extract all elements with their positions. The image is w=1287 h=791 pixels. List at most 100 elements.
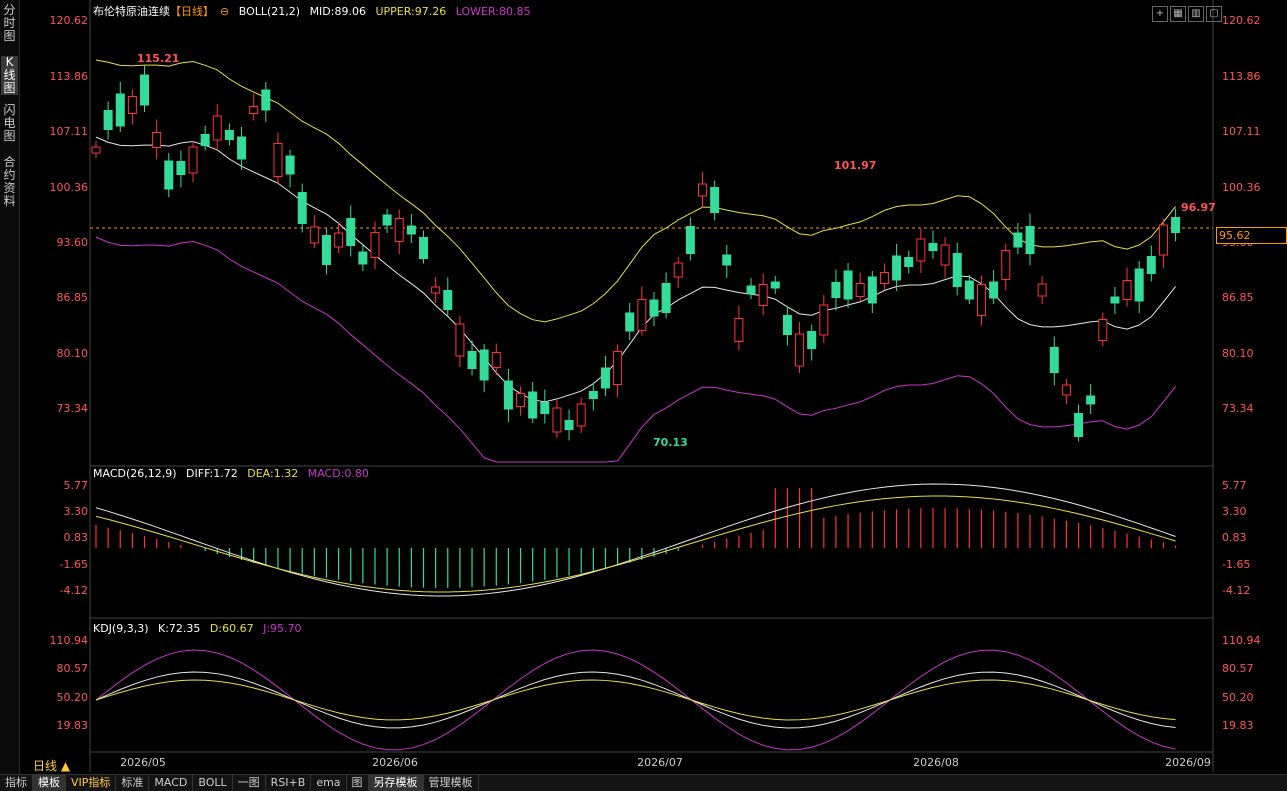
candle-body	[321, 235, 331, 265]
macd-diff: DIFF:1.72	[186, 467, 238, 480]
price-axis-label: 120.62	[1222, 14, 1261, 27]
price-axis-label: 80.10	[57, 347, 89, 360]
candle-body	[346, 218, 356, 246]
candle-body	[1098, 319, 1108, 341]
candle-body	[249, 106, 259, 114]
candle-body	[904, 257, 914, 267]
price-axis-label: 100.36	[1222, 181, 1261, 194]
kdj-k: K:72.35	[158, 622, 201, 635]
chart-tools: + ▦ ▥ ▢	[1152, 1, 1224, 22]
boll-lower-line	[95, 236, 1176, 463]
kdj-label[interactable]: KDJ(9,3,3)	[93, 622, 149, 635]
candle-body	[710, 187, 720, 213]
chart-canvas[interactable]: 120.62 120.62 113.86 113.86 107.11 107.11 100.…	[0, 0, 1287, 790]
candle-body	[540, 402, 550, 414]
macd-axis-label: 5.77	[64, 479, 89, 492]
candle-body	[1061, 384, 1071, 396]
split-icon[interactable]: ▥	[1188, 6, 1204, 22]
kdj-axis-label: 50.20	[57, 691, 89, 704]
candle-body	[479, 349, 489, 381]
macd-axis-label: 0.83	[64, 531, 89, 544]
macd-axis-label: -1.65	[1222, 558, 1250, 571]
period-selector[interactable]: 日线 ▲	[33, 757, 70, 774]
candle-body	[115, 93, 125, 127]
price-axis-label: 93.60	[57, 236, 89, 249]
candle-body	[552, 407, 562, 433]
candle-body	[1171, 217, 1181, 233]
candle-body	[1001, 250, 1011, 280]
tab-boll[interactable]: BOLL	[193, 775, 233, 791]
boll-mid: MID:89.06	[309, 5, 366, 18]
boll-upper-line	[95, 59, 1176, 323]
tab-chart[interactable]: 图	[347, 775, 369, 791]
macd-diff-line	[95, 483, 1176, 597]
tab-rsi-b[interactable]: RSI+B	[266, 775, 312, 791]
settings-icon[interactable]: ⊖	[220, 5, 229, 18]
candle-body	[855, 283, 865, 297]
candle-body	[528, 391, 538, 419]
bottom-toolbar: 指标 模板 VIP指标 标准 MACD BOLL 一图 RSI+B ema 图另存模板 管理模板	[0, 774, 1287, 791]
tab-macd[interactable]: MACD	[149, 775, 194, 791]
date-axis-label: 2026/05	[120, 756, 166, 769]
low-annotation: 70.13	[653, 436, 688, 449]
candle-body	[491, 352, 501, 368]
fullscreen-icon[interactable]: ▢	[1206, 6, 1222, 22]
kdj-j: J:95.70	[263, 622, 302, 635]
kdj-axis-label: 80.57	[57, 662, 89, 675]
candle-body	[746, 285, 756, 295]
candle-body	[867, 276, 877, 304]
tab-save-template[interactable]: 另存模板	[368, 775, 424, 791]
candle-body	[200, 134, 210, 146]
candle-body	[127, 96, 137, 114]
candle-body	[879, 272, 889, 284]
candle-body	[1037, 283, 1047, 297]
kdj-axis-label: 19.83	[57, 719, 89, 732]
candle-body	[770, 281, 780, 289]
tab-one-chart[interactable]: 一图	[233, 775, 266, 791]
boll-label[interactable]: BOLL(21,2)	[239, 5, 300, 18]
candle-body	[831, 282, 841, 298]
macd-axis-label: -1.65	[60, 558, 88, 571]
date-axis-label: 2026/08	[913, 756, 959, 769]
kdj-axis-label: 50.20	[1222, 691, 1254, 704]
crosshair-icon[interactable]: +	[1152, 6, 1168, 22]
candle-body	[212, 115, 222, 141]
price-axis-label: 100.36	[50, 181, 89, 194]
candle-body	[964, 280, 974, 300]
candle-body	[795, 333, 805, 367]
macd-label[interactable]: MACD(26,12,9)	[93, 467, 177, 480]
price-axis-label: 86.85	[1222, 291, 1254, 304]
macd-dea: DEA:1.32	[247, 467, 299, 480]
candle-body	[722, 254, 732, 266]
price-axis-label: 73.34	[57, 402, 89, 415]
candle-body	[782, 315, 792, 335]
candle-body	[103, 110, 113, 130]
candle-body	[176, 161, 186, 175]
tab-standard[interactable]: 标准	[116, 775, 150, 791]
tab-vip-indicator[interactable]: VIP指标	[66, 775, 117, 791]
recent-high-annotation: 96.97	[1181, 201, 1216, 214]
candle-body	[1074, 413, 1084, 437]
tab-manage-template[interactable]: 管理模板	[424, 775, 479, 791]
price-axis-label: 113.86	[1222, 70, 1261, 83]
candle-body	[892, 255, 902, 281]
macd-axis-label: 3.30	[1222, 505, 1247, 518]
candle-body	[758, 284, 768, 306]
candle-body	[431, 286, 441, 294]
tab-template[interactable]: 模板	[33, 775, 66, 791]
grid-icon[interactable]: ▦	[1170, 6, 1186, 22]
tab-indicator[interactable]: 指标	[0, 775, 33, 791]
tab-ema[interactable]: ema	[311, 775, 347, 791]
boll-upper: UPPER:97.26	[375, 5, 447, 18]
date-axis-label: 2026/09	[1165, 756, 1211, 769]
candle-body	[309, 226, 319, 244]
kdj-j-line	[95, 649, 1176, 751]
candle-body	[285, 155, 295, 175]
candle-body	[382, 214, 392, 226]
candle-body	[1110, 296, 1120, 304]
candle-body	[1146, 256, 1156, 274]
macd-axis-label: -4.12	[60, 584, 88, 597]
kdj-d-line	[95, 679, 1176, 721]
candle-body	[685, 226, 695, 254]
price-axis-label: 107.11	[50, 125, 89, 138]
